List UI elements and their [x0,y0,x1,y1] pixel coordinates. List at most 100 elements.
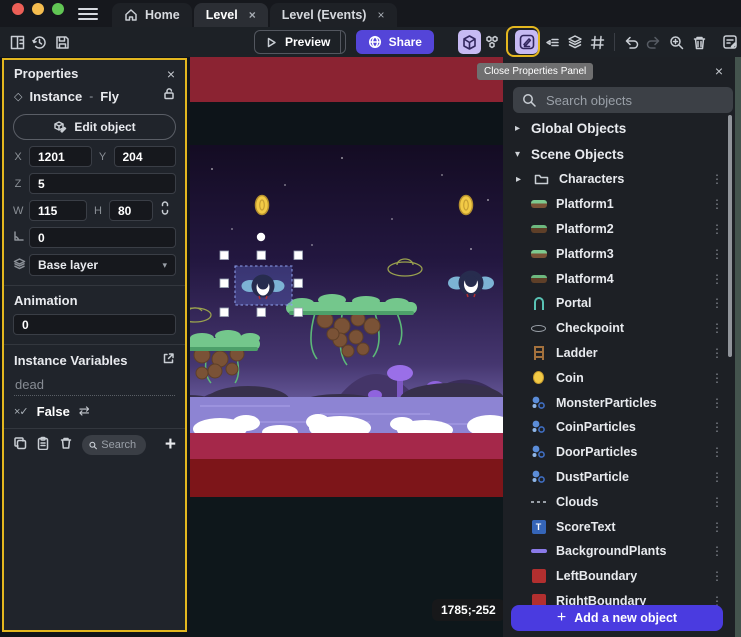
item-menu-icon[interactable]: ⋮ [705,520,729,534]
close-tab-icon[interactable]: × [377,8,384,22]
object-item-characters[interactable]: ▸ Characters ⋮ [503,167,735,192]
item-menu-icon[interactable]: ⋮ [705,222,729,236]
item-menu-icon[interactable]: ⋮ [705,247,729,261]
object-item-leftboundary[interactable]: LeftBoundary ⋮ [503,564,735,589]
object-item-ladder[interactable]: Ladder ⋮ [503,341,735,366]
tab-level[interactable]: Level × [194,3,268,27]
open-variables-editor-icon[interactable] [162,352,175,368]
projects-panel-icon[interactable] [6,30,29,54]
animation-input[interactable] [13,314,176,335]
main-menu-icon[interactable] [78,0,98,27]
add-new-object-button[interactable]: + Add a new object [511,605,723,631]
angle-input[interactable] [29,227,176,248]
object-item-portal[interactable]: Portal ⋮ [503,291,735,316]
item-menu-icon[interactable]: ⋮ [705,396,729,410]
item-menu-icon[interactable]: ⋮ [705,272,729,286]
tab-level-events[interactable]: Level (Events) × [270,3,397,27]
item-menu-icon[interactable]: ⋮ [705,172,729,186]
variables-search-input[interactable] [101,439,139,451]
close-objects-panel-icon[interactable]: × [713,63,725,79]
objects-scrollbar[interactable] [728,115,732,357]
object-item-checkpoint[interactable]: Checkpoint ⋮ [503,316,735,341]
object-item-doorparticles[interactable]: DoorParticles ⋮ [503,440,735,465]
item-menu-icon[interactable]: ⋮ [705,569,729,583]
toggle-value-icon[interactable]: ⇄ [79,403,90,419]
minimize-window-button[interactable] [32,3,44,15]
object-item-backgroundplants[interactable]: BackgroundPlants ⋮ [503,539,735,564]
object-item-platform1[interactable]: Platform1 ⋮ [503,192,735,217]
notes-icon[interactable] [718,30,741,54]
width-input[interactable] [29,200,87,221]
scene-canvas[interactable]: 1785;-252 [190,57,503,637]
close-window-button[interactable] [12,3,24,15]
add-variable-button[interactable]: + [165,438,176,452]
paste-icon[interactable] [36,436,50,455]
item-menu-icon[interactable]: ⋮ [705,197,729,211]
item-menu-icon[interactable]: ⋮ [705,495,729,509]
object-item-dustparticle[interactable]: DustParticle ⋮ [503,465,735,490]
properties-panel: Properties × ◇ Instance - Fly Edit objec… [2,58,187,632]
tab-home[interactable]: Home [112,3,192,27]
x-input[interactable] [29,146,92,167]
y-label: Y [98,151,108,163]
item-menu-icon[interactable]: ⋮ [705,420,729,434]
copy-icon[interactable] [13,436,27,455]
layer-icon [13,257,23,273]
variable-name[interactable]: dead [14,374,175,396]
objects-search[interactable] [513,87,733,113]
grid-icon[interactable] [586,30,609,54]
preview-dropdown-icon[interactable]: ▾ [340,31,345,53]
redo-icon[interactable] [642,30,665,54]
history-icon[interactable] [29,30,52,54]
object-item-coinparticles[interactable]: CoinParticles ⋮ [503,415,735,440]
variables-search[interactable] [82,435,146,455]
item-menu-icon[interactable]: ⋮ [705,346,729,360]
item-menu-icon[interactable]: ⋮ [705,470,729,484]
edit-object-button[interactable]: Edit object [13,114,176,140]
search-icon [522,93,536,107]
home-icon [124,8,138,22]
group-global-objects[interactable]: ▸ Global Objects [503,115,735,141]
object-item-coin[interactable]: Coin ⋮ [503,365,735,390]
item-menu-icon[interactable]: ⋮ [705,371,729,385]
layers-icon[interactable] [564,30,587,54]
item-menu-icon[interactable]: ⋮ [705,544,729,558]
maximize-window-button[interactable] [52,3,64,15]
object-item-platform3[interactable]: Platform3 ⋮ [503,241,735,266]
share-button-label: Share [389,35,422,49]
tooltip: Close Properties Panel [477,63,593,80]
toggle-3d-view-icon[interactable] [458,30,481,54]
trash-icon[interactable] [59,436,73,455]
instance-header: ◇ Instance - Fly [4,85,185,107]
zoom-in-icon[interactable] [665,30,688,54]
variable-value[interactable]: False [37,404,70,419]
angle-icon [13,230,23,245]
rotation-handle[interactable] [257,233,265,241]
share-button[interactable]: Share [356,30,434,54]
layer-select[interactable]: Base layer ▾ [29,254,176,276]
group-scene-objects[interactable]: ▾ Scene Objects [503,141,735,167]
object-item-platform4[interactable]: Platform4 ⋮ [503,266,735,291]
object-item-scoretext[interactable]: T ScoreText ⋮ [503,514,735,539]
objects-groups-icon[interactable] [481,30,504,54]
y-input[interactable] [114,146,177,167]
item-menu-icon[interactable]: ⋮ [705,321,729,335]
instances-list-icon[interactable] [541,30,564,54]
z-input[interactable] [29,173,176,194]
objects-search-input[interactable] [544,92,724,109]
close-tab-icon[interactable]: × [249,8,256,22]
object-item-monsterparticles[interactable]: MonsterParticles ⋮ [503,390,735,415]
object-item-platform2[interactable]: Platform2 ⋮ [503,217,735,242]
height-input[interactable] [109,200,153,221]
unlock-icon[interactable] [162,87,175,105]
undo-icon[interactable] [620,30,643,54]
edit-properties-icon[interactable] [515,30,538,54]
save-icon[interactable] [51,30,74,54]
object-item-clouds[interactable]: Clouds ⋮ [503,489,735,514]
delete-icon[interactable] [688,30,711,54]
close-properties-icon[interactable]: × [165,66,177,82]
preview-button[interactable]: Preview ▾ [254,30,346,54]
lock-ratio-icon[interactable] [159,201,171,220]
item-menu-icon[interactable]: ⋮ [705,296,729,310]
item-menu-icon[interactable]: ⋮ [705,445,729,459]
